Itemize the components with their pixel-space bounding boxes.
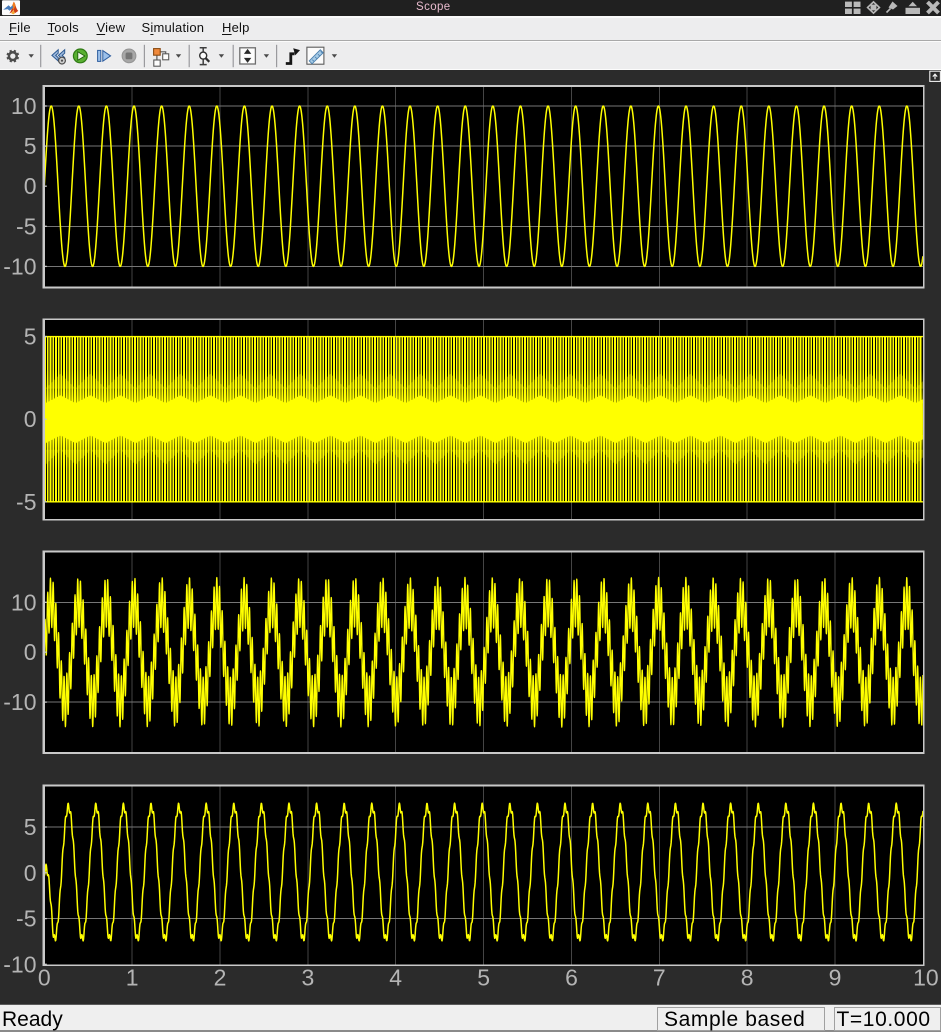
svg-text:0: 0 [24, 406, 37, 432]
svg-text:5: 5 [24, 324, 37, 350]
svg-text:4: 4 [389, 965, 402, 991]
svg-text:10: 10 [11, 93, 37, 119]
svg-text:9: 9 [829, 965, 842, 991]
svg-text:3: 3 [302, 965, 315, 991]
svg-text:-10: -10 [3, 253, 36, 279]
svg-text:0: 0 [38, 965, 51, 991]
svg-text:0: 0 [24, 639, 37, 665]
svg-text:6: 6 [565, 965, 578, 991]
svg-text:2: 2 [214, 965, 227, 991]
svg-text:-5: -5 [16, 213, 36, 239]
svg-text:10: 10 [913, 965, 939, 991]
svg-text:8: 8 [741, 965, 754, 991]
svg-text:10: 10 [11, 589, 37, 615]
svg-text:5: 5 [24, 133, 37, 159]
svg-text:-10: -10 [3, 689, 36, 715]
svg-text:5: 5 [24, 814, 37, 840]
svg-text:-5: -5 [16, 489, 36, 515]
svg-text:0: 0 [24, 860, 37, 886]
svg-text:-10: -10 [3, 951, 36, 977]
svg-text:5: 5 [477, 965, 490, 991]
svg-text:1: 1 [126, 965, 139, 991]
svg-text:-5: -5 [16, 906, 36, 932]
svg-text:7: 7 [653, 965, 666, 991]
svg-text:0: 0 [24, 173, 37, 199]
